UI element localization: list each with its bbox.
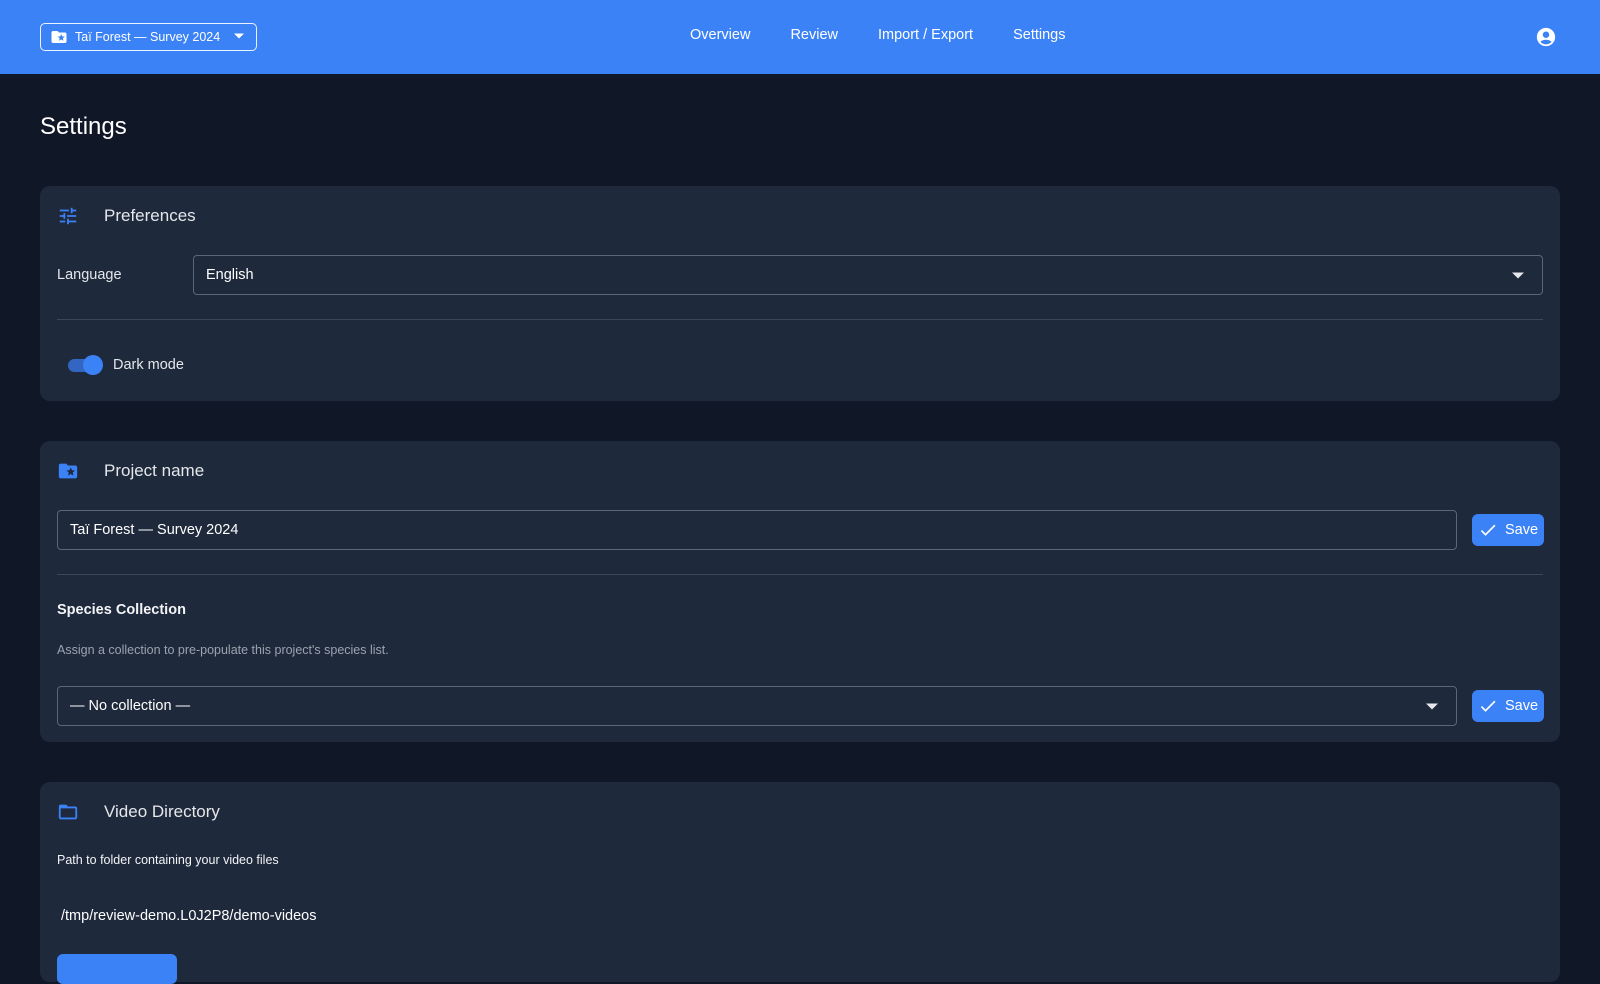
species-collection-help: Assign a collection to pre-populate this… <box>57 643 389 657</box>
preferences-card: Preferences Language English Dark mode <box>40 186 1560 401</box>
project-selector[interactable]: Taï Forest — Survey 2024 <box>40 23 257 51</box>
nav-overview[interactable]: Overview <box>690 27 750 47</box>
project-name-input[interactable]: Taï Forest — Survey 2024 <box>57 510 1457 550</box>
chevron-down-icon <box>1512 272 1524 279</box>
page-title: Settings <box>40 113 127 140</box>
toggle-thumb <box>83 355 103 375</box>
project-name-header: Project name <box>57 460 204 482</box>
language-value: English <box>206 267 254 283</box>
video-directory-title: Video Directory <box>104 802 220 821</box>
top-app-bar: Taï Forest — Survey 2024 Overview Review… <box>0 0 1600 74</box>
project-name-card: Project name Taï Forest — Survey 2024 Sa… <box>40 441 1560 742</box>
dark-mode-label: Dark mode <box>113 357 184 373</box>
tune-icon <box>57 205 79 227</box>
divider <box>57 574 1543 575</box>
video-directory-path[interactable]: /tmp/review-demo.L0J2P8/demo-videos <box>61 908 316 924</box>
language-label: Language <box>57 267 122 283</box>
dark-mode-toggle[interactable] <box>68 355 104 375</box>
save-project-name-button[interactable]: Save <box>1472 514 1544 546</box>
chevron-down-icon <box>1426 703 1438 710</box>
collection-value: — No collection — <box>70 698 191 714</box>
project-name-value: Taï Forest — Survey 2024 <box>70 522 239 538</box>
chevron-down-icon <box>234 33 244 41</box>
check-icon <box>1478 520 1498 540</box>
folder-icon <box>57 801 79 823</box>
video-directory-card: Video Directory Path to folder containin… <box>40 782 1560 984</box>
video-directory-header: Video Directory <box>57 801 220 823</box>
preferences-title: Preferences <box>104 206 196 225</box>
language-select[interactable]: English <box>193 255 1543 295</box>
save-label: Save <box>1504 522 1539 538</box>
nav-import-export[interactable]: Import / Export <box>878 27 973 47</box>
divider <box>57 319 1543 320</box>
project-selector-label: Taï Forest — Survey 2024 <box>75 30 221 44</box>
main-nav: Overview Review Import / Export Settings <box>690 27 1065 47</box>
video-directory-help: Path to folder containing your video fil… <box>57 853 279 867</box>
account-circle-icon[interactable] <box>1535 26 1557 48</box>
folder-star-icon <box>50 28 68 46</box>
nav-review[interactable]: Review <box>790 27 838 47</box>
preferences-header: Preferences <box>57 205 196 227</box>
nav-settings[interactable]: Settings <box>1013 27 1065 47</box>
species-collection-select[interactable]: — No collection — <box>57 686 1457 726</box>
save-label: Save <box>1504 698 1539 714</box>
save-collection-button[interactable]: Save <box>1472 690 1544 722</box>
species-collection-title: Species Collection <box>57 602 186 618</box>
folder-star-icon <box>57 460 79 482</box>
project-name-title: Project name <box>104 461 205 480</box>
browse-button[interactable] <box>57 954 177 984</box>
check-icon <box>1478 696 1498 716</box>
